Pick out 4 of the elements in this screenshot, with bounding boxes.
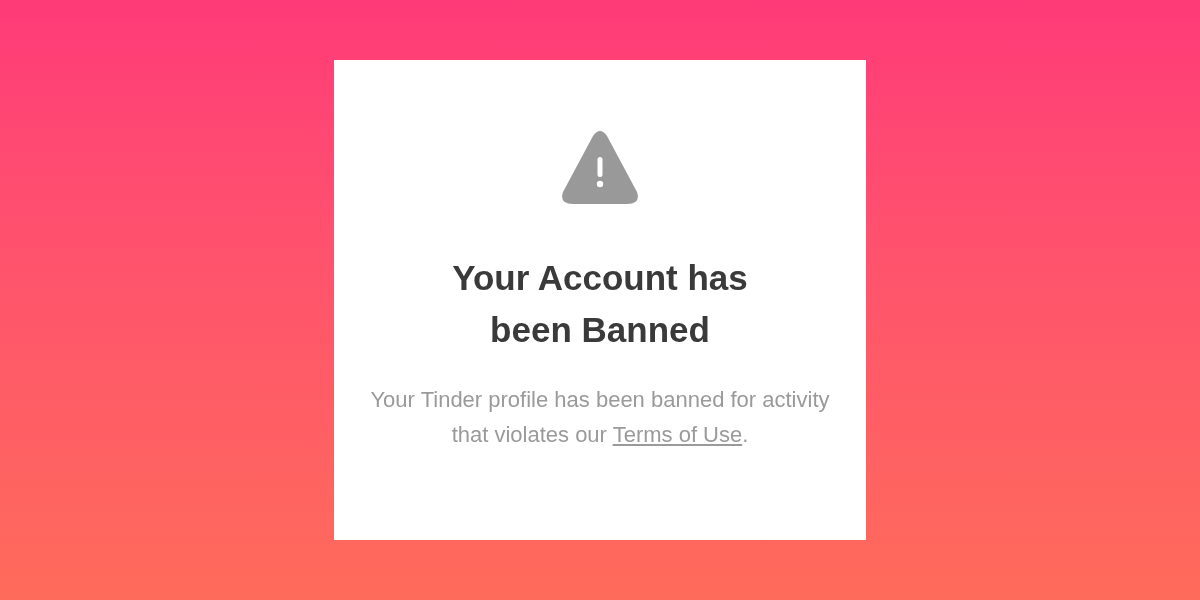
dialog-title: Your Account has been Banned <box>451 257 749 351</box>
terms-link[interactable]: Terms of Use <box>612 422 743 447</box>
ban-message: Your Tinder profile has been banned for activity that violates our Terms of Use. <box>369 386 831 449</box>
warning-icon <box>561 130 639 206</box>
